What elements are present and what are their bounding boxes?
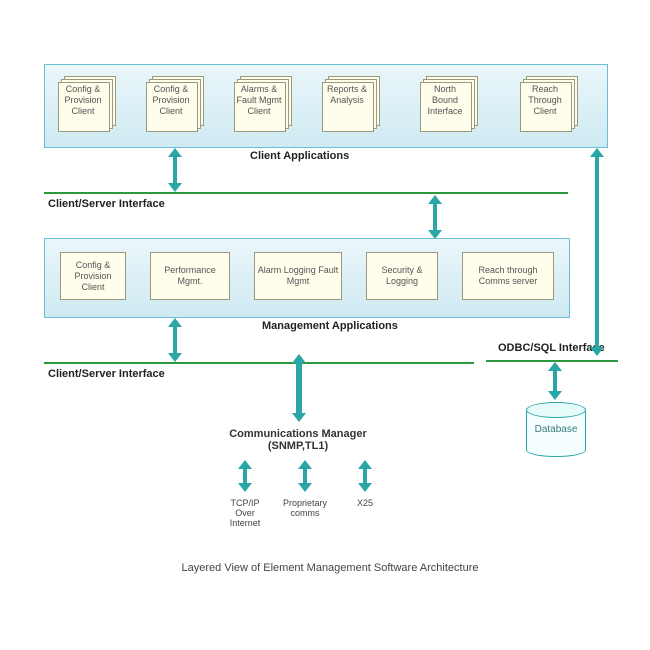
client-server-interface-line-2 (44, 362, 474, 364)
client-box-reach-through: Reach Through Client (520, 76, 578, 132)
client-box-config-provision-1: Config & Provision Client (58, 76, 116, 132)
client-box-north-bound: North Bound Interface (420, 76, 478, 132)
arrow-comms-to-proprietary (298, 460, 312, 492)
database-label: Database (526, 424, 586, 435)
arrow-reach-through-to-odbc (590, 148, 604, 356)
mgmt-box-config-provision: Config & Provision Client (60, 252, 126, 300)
mgmt-box-reach-through: Reach through Comms server (462, 252, 554, 300)
client-box-label: Config & Provision Client (148, 84, 194, 117)
protocol-x25: X25 (340, 498, 390, 508)
mgmt-box-performance: Performance Mgmt. (150, 252, 230, 300)
client-box-label: Alarms & Fault Mgmt Client (236, 84, 282, 117)
client-box-alarms-fault: Alarms & Fault Mgmt Client (234, 76, 292, 132)
odbc-sql-interface-label: ODBC/SQL Interface (498, 342, 605, 354)
arrow-interface-to-comms (292, 354, 306, 422)
arrow-mgmt-to-interface-2 (168, 318, 182, 362)
management-applications-title: Management Applications (262, 320, 398, 332)
protocol-proprietary: Proprietary comms (280, 498, 330, 518)
client-box-config-provision-2: Config & Provision Client (146, 76, 204, 132)
client-box-label: North Bound Interface (422, 84, 468, 117)
client-server-interface-label-1: Client/Server Interface (48, 198, 165, 210)
client-box-reports: Reports & Analysis (322, 76, 380, 132)
arrow-client-to-interface-1 (168, 148, 182, 192)
communications-manager-line2: (SNMP,TL1) (268, 440, 328, 452)
protocol-tcpip: TCP/IP Over Internet (220, 498, 270, 528)
client-box-label: Reach Through Client (522, 84, 568, 117)
client-server-interface-label-2: Client/Server Interface (48, 368, 165, 380)
arrow-comms-to-tcpip (238, 460, 252, 492)
arrow-odbc-to-database (548, 362, 562, 400)
arrow-interface-to-mgmt (428, 195, 442, 239)
client-box-label: Reports & Analysis (324, 84, 370, 106)
diagram-caption: Layered View of Element Management Softw… (130, 562, 530, 574)
arrow-comms-to-x25 (358, 460, 372, 492)
communications-manager-line1: Communications Manager (229, 428, 367, 440)
communications-manager-title: Communications Manager (SNMP,TL1) (218, 428, 378, 452)
client-server-interface-line-1 (44, 192, 568, 194)
mgmt-box-security-logging: Security & Logging (366, 252, 438, 300)
mgmt-box-alarm-logging: Alarm Logging Fault Mgmt (254, 252, 342, 300)
client-box-label: Config & Provision Client (60, 84, 106, 117)
client-applications-title: Client Applications (250, 150, 349, 162)
